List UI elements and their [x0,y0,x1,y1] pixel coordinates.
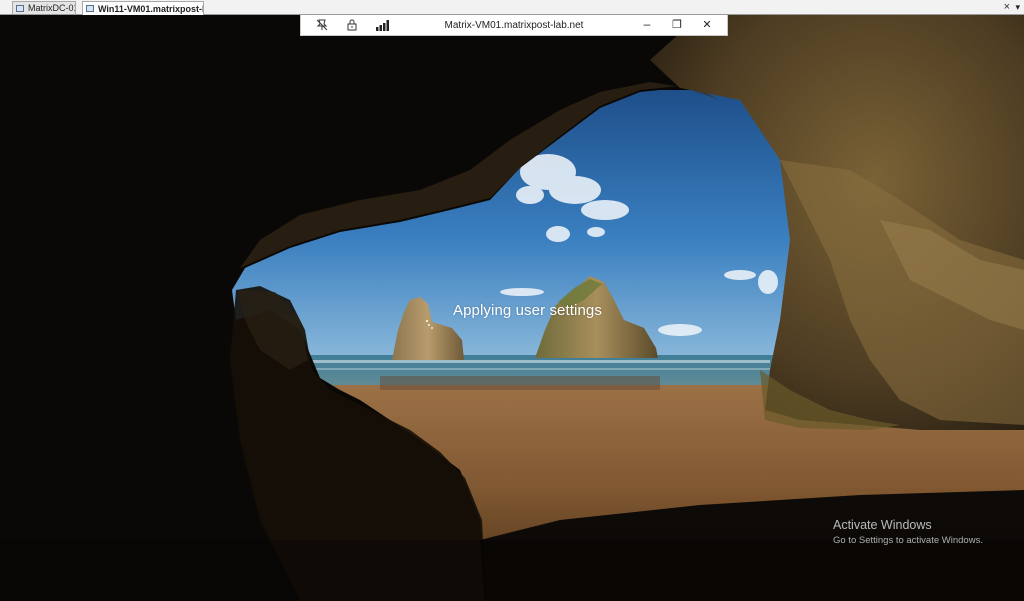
connection-title: Matrix-VM01.matrixpost-lab.net [444,20,584,31]
remote-connection-bar: Matrix-VM01.matrixpost-lab.net – ❐ ✕ [300,15,728,36]
close-tab-icon[interactable]: × [1004,1,1010,13]
monitor-icon [16,4,24,12]
status-text: Applying user settings [453,302,602,319]
close-button[interactable]: ✕ [700,17,714,31]
minimize-button[interactable]: – [640,17,654,31]
tab-matrixdc-01[interactable]: MatrixDC-01 [12,1,76,14]
activation-watermark-subtitle: Go to Settings to activate Windows. [833,535,983,546]
monitor-icon [86,5,94,12]
tab-win11-vm01[interactable]: Win11-VM01.matrixpost-la... [82,1,204,15]
restore-button[interactable]: ❐ [670,17,684,31]
tab-label: MatrixDC-01 [28,3,76,13]
remote-desktop-screen: MatrixDC-01 Win11-VM01.matrixpost-la... … [0,0,1024,601]
chevron-down-icon[interactable]: ▾ [1015,2,1020,12]
lock-screen-background: Applying user settings Activate Windows … [0,15,1024,601]
loading-spinner-icon [426,320,438,334]
activation-watermark-title: Activate Windows [833,518,932,532]
connection-tab-strip: MatrixDC-01 Win11-VM01.matrixpost-la... … [0,0,1024,15]
tab-label: Win11-VM01.matrixpost-la... [98,3,204,14]
